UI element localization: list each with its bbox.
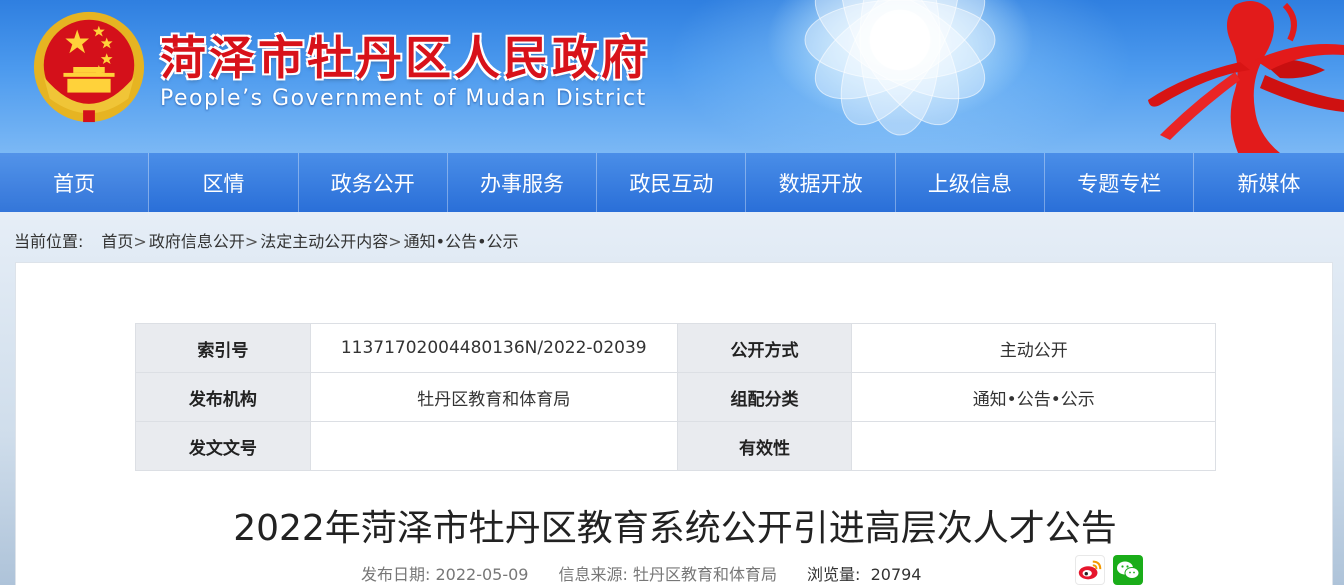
index-number-label: 索引号 — [136, 324, 311, 373]
publisher-value: 牡丹区教育和体育局 — [310, 373, 677, 422]
table-row: 发布机构 牡丹区教育和体育局 组配分类 通知•公告•公示 — [136, 373, 1216, 422]
main-nav: 首页 区情 政务公开 办事服务 政民互动 数据开放 上级信息 专题专栏 新媒体 — [0, 153, 1344, 212]
validity-label: 有效性 — [677, 422, 852, 471]
disclosure-method-value: 主动公开 — [852, 324, 1216, 373]
article-title: 2022年菏泽市牡丹区教育系统公开引进高层次人才公告 — [16, 499, 1334, 551]
breadcrumb: 当前位置:首页>政府信息公开>法定主动公开内容>通知•公告•公示 — [14, 228, 519, 252]
views-count: 20794 — [871, 565, 922, 584]
ribbon-decoration — [1130, 0, 1344, 153]
category-value: 通知•公告•公示 — [852, 373, 1216, 422]
document-number-value — [310, 422, 677, 471]
category-label: 组配分类 — [677, 373, 852, 422]
article-info: 发布日期: 2022-05-09 信息来源: 牡丹区教育和体育局 浏览量: 2079… — [361, 561, 921, 585]
breadcrumb-item-statutory[interactable]: 法定主动公开内容 — [260, 232, 388, 251]
disclosure-method-label: 公开方式 — [677, 324, 852, 373]
flower-decoration — [690, 0, 1110, 153]
nav-item-superior-info[interactable]: 上级信息 — [896, 153, 1045, 212]
table-row: 索引号 11371702004480136N/2022-02039 公开方式 主… — [136, 324, 1216, 373]
content-card: 索引号 11371702004480136N/2022-02039 公开方式 主… — [15, 262, 1333, 585]
weibo-icon — [1076, 556, 1104, 584]
breadcrumb-label: 当前位置: — [14, 232, 83, 251]
nav-item-home[interactable]: 首页 — [0, 153, 149, 212]
breadcrumb-item-home[interactable]: 首页 — [101, 232, 133, 251]
nav-item-special-topics[interactable]: 专题专栏 — [1045, 153, 1194, 212]
nav-item-new-media[interactable]: 新媒体 — [1194, 153, 1343, 212]
nav-item-gov-affairs[interactable]: 政务公开 — [299, 153, 448, 212]
validity-value — [852, 422, 1216, 471]
source-value: 牡丹区教育和体育局 — [633, 565, 777, 584]
metadata-table: 索引号 11371702004480136N/2022-02039 公开方式 主… — [135, 323, 1216, 471]
source-label: 信息来源: — [558, 565, 627, 584]
weibo-share-button[interactable] — [1075, 555, 1105, 585]
publish-date: 2022-05-09 — [436, 565, 529, 584]
nav-item-district-info[interactable]: 区情 — [149, 153, 298, 212]
site-subtitle: People’s Government of Mudan District — [160, 86, 647, 111]
breadcrumb-item-gov-info[interactable]: 政府信息公开 — [149, 232, 245, 251]
wechat-icon — [1113, 555, 1143, 585]
views-label: 浏览量: — [807, 565, 860, 584]
site-banner: 菏泽市牡丹区人民政府 People’s Government of Mudan … — [0, 0, 1344, 153]
site-title: 菏泽市牡丹区人民政府 — [160, 22, 650, 88]
wechat-share-button[interactable] — [1113, 555, 1143, 585]
table-row: 发文文号 有效性 — [136, 422, 1216, 471]
document-number-label: 发文文号 — [136, 422, 311, 471]
publisher-label: 发布机构 — [136, 373, 311, 422]
publish-date-label: 发布日期: — [361, 565, 430, 584]
breadcrumb-separator: > — [133, 232, 146, 251]
national-emblem-icon — [30, 8, 148, 126]
breadcrumb-separator: > — [245, 232, 258, 251]
nav-item-open-data[interactable]: 数据开放 — [746, 153, 895, 212]
nav-item-services[interactable]: 办事服务 — [448, 153, 597, 212]
breadcrumb-separator: > — [388, 232, 401, 251]
breadcrumb-item-notices[interactable]: 通知•公告•公示 — [404, 232, 519, 251]
index-number-value: 11371702004480136N/2022-02039 — [310, 324, 677, 373]
nav-item-interaction[interactable]: 政民互动 — [597, 153, 746, 212]
